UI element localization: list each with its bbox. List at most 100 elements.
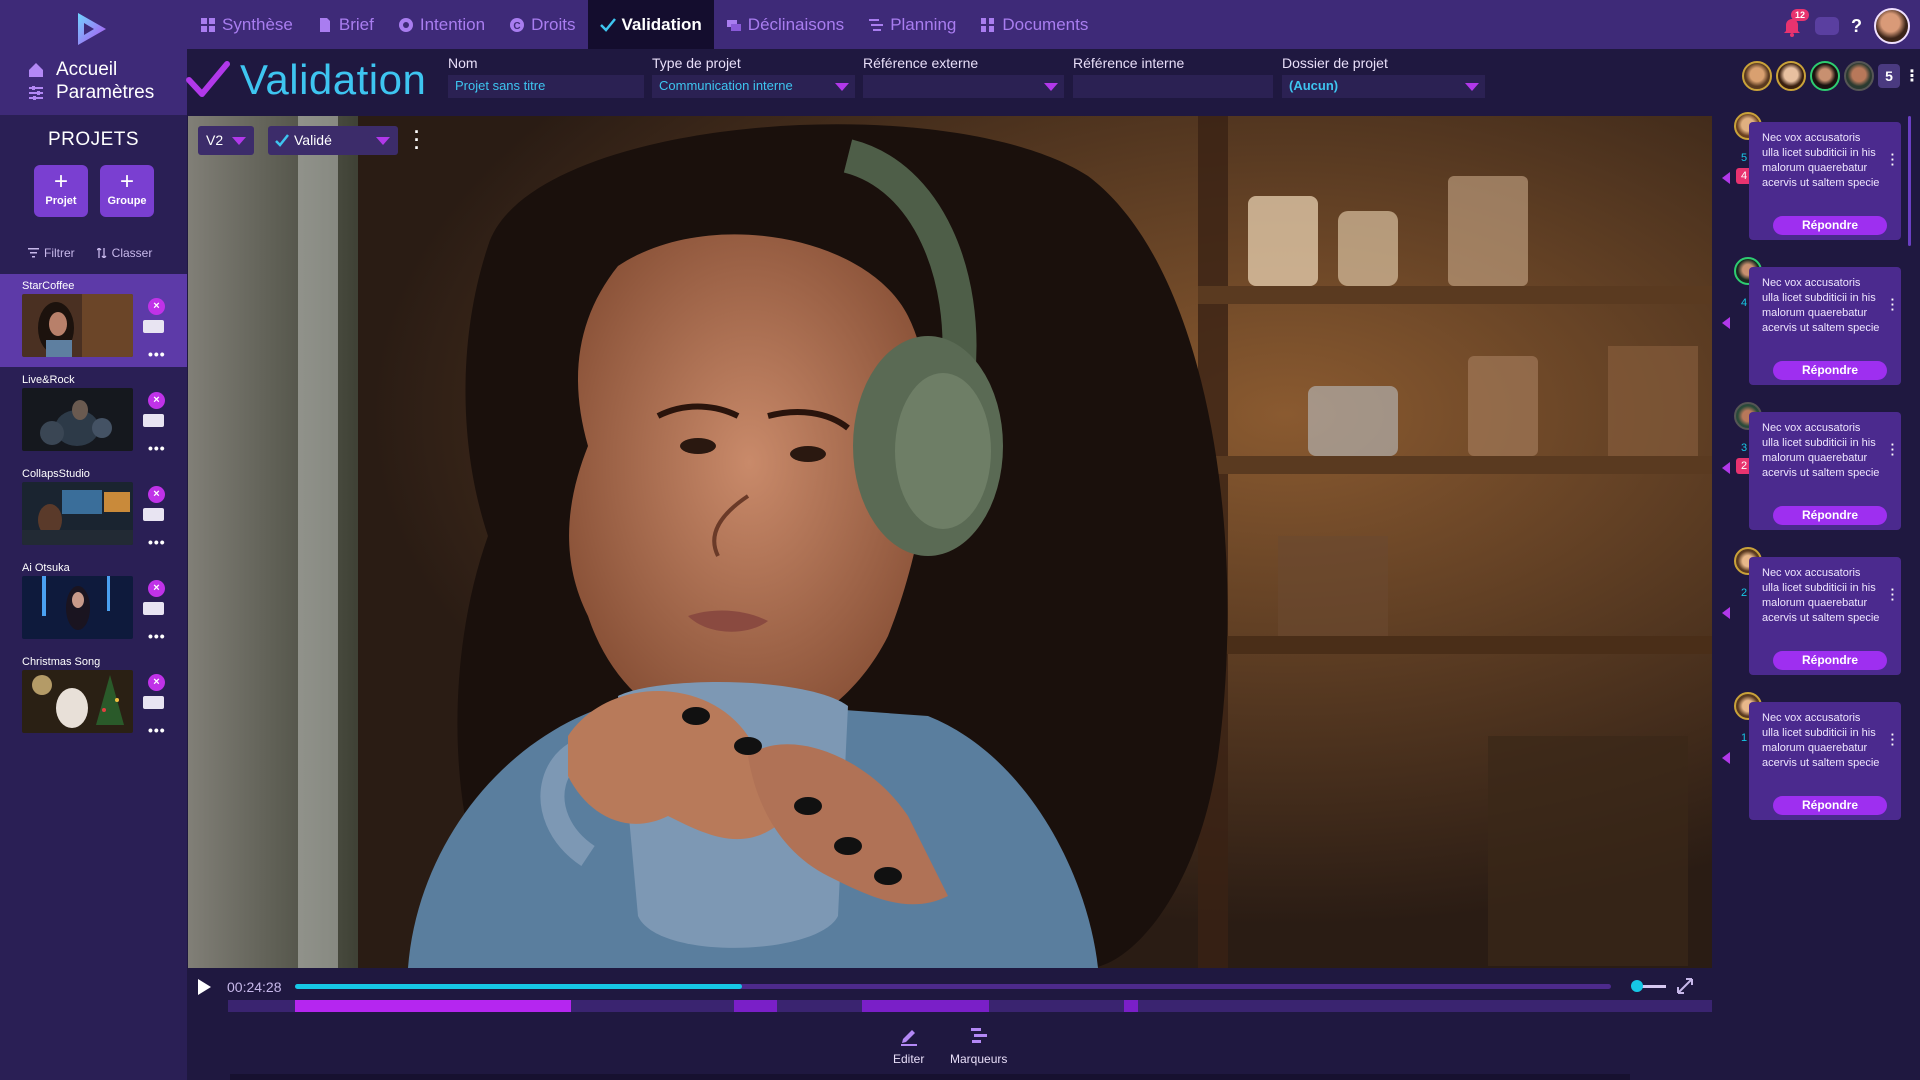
tab-label: Documents — [1002, 14, 1089, 34]
comment-item: 5 4 Nec vox accusatoris ulla licet subdi… — [1722, 112, 1912, 240]
version-select[interactable]: V2 — [198, 126, 254, 155]
document-icon — [319, 17, 330, 32]
comment-card: Nec vox accusatoris ulla licet subditici… — [1749, 557, 1901, 675]
markers-button[interactable]: Marqueurs — [950, 1026, 1007, 1066]
participant-count[interactable]: 5 — [1878, 64, 1900, 88]
sort-button[interactable]: Classer — [96, 246, 152, 260]
comment-text: Nec vox accusatoris ulla licet subditici… — [1762, 422, 1880, 479]
timeline-marker[interactable] — [861, 1000, 990, 1012]
internal-ref-field: Référence interne — [1073, 55, 1273, 98]
timeline-marker[interactable] — [1123, 1000, 1139, 1012]
page-title: Validation — [186, 56, 426, 104]
project-item-christmas-song[interactable]: Christmas Song × ••• — [0, 650, 187, 743]
participants-list: 5 ⋮ — [1742, 61, 1920, 91]
remove-project-button[interactable]: × — [148, 298, 165, 315]
more-options-icon[interactable]: · · · — [1891, 148, 1895, 171]
progress-track[interactable] — [295, 984, 1611, 989]
participant-avatar[interactable] — [1810, 61, 1840, 91]
participant-avatar[interactable] — [1844, 61, 1874, 91]
app-logo-icon[interactable] — [72, 9, 112, 49]
more-options-icon[interactable]: ••• — [148, 346, 166, 362]
more-options-icon[interactable]: · · · — [414, 123, 420, 157]
tab-synthese[interactable]: Synthèse — [188, 0, 305, 49]
more-options-icon[interactable]: · · · — [1891, 583, 1895, 606]
timeline-marker[interactable] — [734, 1000, 777, 1012]
more-options-icon[interactable]: · · · — [1891, 438, 1895, 461]
compare-icon[interactable] — [143, 320, 169, 338]
project-item-collapsstudio[interactable]: CollapsStudio × ••• — [0, 462, 187, 555]
reply-button[interactable]: Répondre — [1773, 506, 1887, 525]
settings-link[interactable]: Paramètres — [28, 82, 154, 104]
play-icon[interactable] — [198, 979, 211, 995]
tab-label: Validation — [621, 14, 702, 34]
tab-planning[interactable]: Planning — [856, 0, 968, 49]
fullscreen-icon[interactable] — [1677, 978, 1693, 994]
project-name: CollapsStudio — [22, 468, 90, 480]
project-item-starcoffee[interactable]: StarCoffee × ••• — [0, 274, 187, 367]
project-type-label: Type de projet — [652, 55, 741, 71]
internal-ref-input[interactable] — [1073, 75, 1273, 98]
plus-icon: + — [119, 168, 134, 195]
remove-project-button[interactable]: × — [148, 580, 165, 597]
remove-project-button[interactable]: × — [148, 392, 165, 409]
status-select[interactable]: Validé — [268, 126, 398, 155]
help-icon[interactable]: ? — [1851, 16, 1862, 37]
participant-avatar[interactable] — [1776, 61, 1806, 91]
project-item-ai-otsuka[interactable]: Ai Otsuka × ••• — [0, 556, 187, 649]
reply-button[interactable]: Répondre — [1773, 651, 1887, 670]
reply-button[interactable]: Répondre — [1773, 361, 1887, 380]
comment-pointer-icon — [1722, 172, 1730, 184]
remove-project-button[interactable]: × — [148, 486, 165, 503]
more-options-icon[interactable]: · · · — [1891, 728, 1895, 751]
tab-declinaisons[interactable]: Déclinaisons — [714, 0, 856, 49]
status-value: Validé — [294, 132, 332, 148]
remove-project-button[interactable]: × — [148, 674, 165, 691]
project-item-liverock[interactable]: Live&Rock × ••• — [0, 368, 187, 461]
reply-button[interactable]: Répondre — [1773, 796, 1887, 815]
comment-card: Nec vox accusatoris ulla licet subditici… — [1749, 267, 1901, 385]
compare-icon[interactable] — [143, 696, 169, 714]
reply-button[interactable]: Répondre — [1773, 216, 1887, 235]
tab-droits[interactable]: C Droits — [497, 0, 587, 49]
more-options-icon[interactable]: ⋮ — [1904, 66, 1920, 86]
chat-icon[interactable] — [1815, 17, 1839, 35]
notifications-button[interactable]: 12 — [1781, 9, 1809, 37]
more-options-icon[interactable]: ••• — [148, 628, 166, 644]
svg-text:C: C — [513, 21, 520, 32]
participant-avatar[interactable] — [1742, 61, 1772, 91]
tab-brief[interactable]: Brief — [305, 0, 386, 49]
new-group-button[interactable]: + Groupe — [100, 165, 154, 217]
compare-icon[interactable] — [143, 602, 169, 620]
tab-validation[interactable]: Validation — [587, 0, 714, 49]
more-options-icon[interactable]: ••• — [148, 534, 166, 550]
edit-button[interactable]: Editer — [893, 1026, 924, 1066]
project-folder-select[interactable]: (Aucun) — [1282, 75, 1485, 98]
compare-icon[interactable] — [143, 508, 169, 526]
markers-timeline[interactable] — [228, 1000, 1712, 1012]
more-options-icon[interactable]: ••• — [148, 722, 166, 738]
timeline-marker[interactable] — [295, 1000, 572, 1012]
external-ref-select[interactable] — [863, 75, 1064, 98]
new-project-button[interactable]: + Projet — [34, 165, 88, 217]
list-controls: Filtrer Classer — [28, 246, 152, 260]
name-input[interactable]: Projet sans titre — [448, 75, 644, 98]
more-options-icon[interactable]: ••• — [148, 440, 166, 456]
comment-item: 4 Nec vox accusatoris ulla licet subditi… — [1722, 257, 1912, 385]
folders-icon — [981, 17, 995, 32]
chevron-down-icon — [232, 137, 246, 145]
video-player[interactable]: V2 Validé · · · — [188, 116, 1712, 968]
filter-button[interactable]: Filtrer — [28, 246, 75, 260]
compare-icon[interactable] — [143, 414, 169, 432]
project-type-select[interactable]: Communication interne — [652, 75, 855, 98]
tab-documents[interactable]: Documents — [968, 0, 1100, 49]
more-options-icon[interactable]: · · · — [1891, 293, 1895, 316]
tab-intention[interactable]: Intention — [386, 0, 497, 49]
home-link[interactable]: Accueil — [28, 59, 117, 81]
notification-badge: 12 — [1790, 9, 1809, 21]
project-type-field: Type de projet Communication interne — [652, 55, 855, 98]
user-avatar[interactable] — [1874, 8, 1910, 44]
sort-icon — [96, 248, 107, 258]
name-field: Nom Projet sans titre — [448, 55, 644, 98]
comment-pointer-icon — [1722, 462, 1730, 474]
volume-knob[interactable] — [1631, 980, 1643, 992]
